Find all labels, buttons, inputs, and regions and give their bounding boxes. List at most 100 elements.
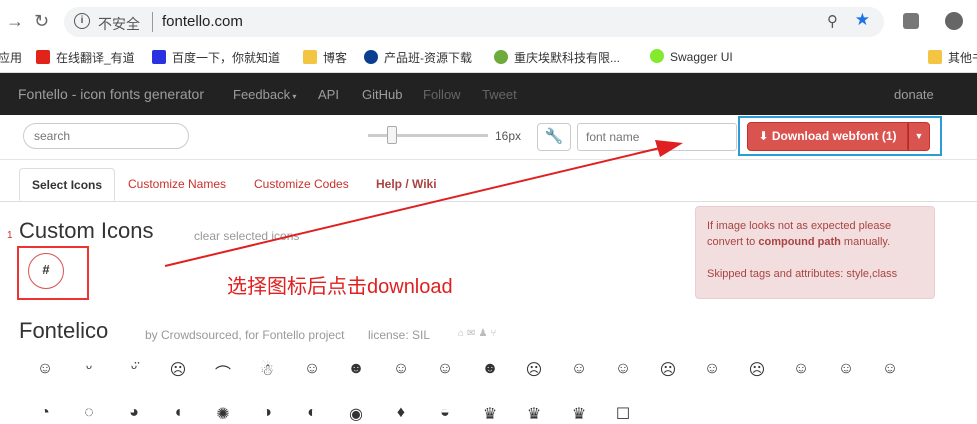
glyph-icon[interactable]: ◕ <box>119 404 149 422</box>
home-icon[interactable]: ⌂ <box>458 328 467 339</box>
glyph-icon[interactable]: ☻ <box>341 360 371 378</box>
twitter-icon[interactable]: ♟ <box>478 328 490 339</box>
swagger-icon <box>650 49 664 63</box>
nav-api[interactable]: API <box>318 87 339 102</box>
nav-tweet[interactable]: Tweet <box>482 87 517 102</box>
glyph-icon[interactable]: ☺ <box>564 360 594 378</box>
glyph-icon[interactable]: ☺ <box>30 360 60 378</box>
font-name-input[interactable] <box>577 123 737 151</box>
nav-donate[interactable]: donate <box>894 87 934 102</box>
glyph-icon[interactable]: ☺ <box>608 360 638 378</box>
glyph-icon[interactable]: ☹ <box>163 360 193 380</box>
git-icon[interactable]: ⑂ <box>490 328 499 339</box>
font-size-slider-track[interactable] <box>368 134 488 137</box>
insecure-label: 不安全 <box>98 16 140 32</box>
glyph-icon[interactable]: ♛ <box>564 404 594 424</box>
annotation-text: 选择图标后点击download <box>227 276 453 298</box>
account-icon[interactable] <box>945 12 963 30</box>
bookmark-product[interactable]: 产品班-资源下载 <box>364 49 472 66</box>
tab-bar: Select Icons Customize Names Customize C… <box>0 168 977 202</box>
glyph-icon[interactable]: ☺ <box>430 360 460 378</box>
bookmark-youdao[interactable]: 在线翻译_有道 <box>36 49 135 66</box>
glyph-icon[interactable]: ✺ <box>208 404 238 424</box>
zoom-icon[interactable]: ⚲ <box>827 12 838 30</box>
fontelico-social-icons[interactable]: ⌂✉♟⑂ <box>458 328 499 339</box>
search-input[interactable] <box>23 123 189 149</box>
section-number: 1 <box>7 230 13 241</box>
glyph-icon[interactable]: ☃ <box>252 360 282 380</box>
glyph-icon[interactable]: ☐ <box>608 404 638 424</box>
glyph-icon[interactable]: ☺ <box>786 360 816 378</box>
folder-icon <box>303 50 317 64</box>
url-separator <box>152 12 153 32</box>
font-size-slider-handle[interactable] <box>387 126 397 144</box>
browser-address-bar: → ↻ i 不安全 fontello.com ⚲ ★ <box>0 0 977 43</box>
custom-grid-icon[interactable]: # <box>28 253 64 289</box>
fontelico-license: license: SIL <box>368 328 431 342</box>
glyph-icon[interactable]: ◌ <box>74 404 104 422</box>
bookmark-apps[interactable]: 应用 <box>0 49 22 66</box>
brand-link[interactable]: Fontello - icon fonts generator <box>18 86 204 102</box>
tab-select-icons[interactable]: Select Icons <box>19 168 116 201</box>
clear-selected-link[interactable]: clear selected icons <box>194 229 299 243</box>
glyph-icon[interactable]: ◑ <box>252 404 282 422</box>
glyph-icon[interactable]: ☺ <box>831 360 861 378</box>
alert-message: If image looks not as expected please co… <box>707 220 892 248</box>
glyph-icon[interactable]: ♛ <box>519 404 549 424</box>
youdao-icon <box>36 50 50 64</box>
caret-down-icon: ▼ <box>914 131 924 141</box>
caret-down-icon: ▾ <box>290 92 297 101</box>
glyph-icon[interactable]: ☺ <box>386 360 416 378</box>
glyph-icon[interactable]: ◒ <box>430 404 460 422</box>
top-navbar: Fontello - icon fonts generator Feedback… <box>0 73 977 115</box>
toolbar: 16px 🔧 ⬇ Download webfont (1) ▼ <box>0 115 977 160</box>
download-options-dropdown[interactable]: ▼ <box>908 122 930 151</box>
tab-customize-names[interactable]: Customize Names <box>116 168 238 201</box>
url-host: fontello.com <box>162 13 243 30</box>
glyph-icon[interactable]: ᵕ̈ <box>119 360 149 378</box>
tab-help-wiki[interactable]: Help / Wiki <box>364 168 449 201</box>
baidu-icon <box>152 50 166 64</box>
reload-icon[interactable]: ↻ <box>34 11 49 32</box>
tab-customize-codes[interactable]: Customize Codes <box>242 168 361 201</box>
nav-follow[interactable]: Follow <box>423 87 461 102</box>
download-webfont-button[interactable]: ⬇ Download webfont (1) <box>747 122 908 151</box>
glyph-icon[interactable]: ☺ <box>697 360 727 378</box>
info-icon[interactable]: i <box>74 13 90 29</box>
cpb-icon <box>364 50 378 64</box>
forward-arrow-icon[interactable]: → <box>6 11 24 32</box>
url-bar[interactable]: i 不安全 fontello.com ⚲ ★ <box>64 7 884 37</box>
glyph-icon[interactable]: ◔ <box>30 404 60 422</box>
glyph-icon[interactable]: ◖ <box>163 404 193 422</box>
bookmark-swagger[interactable]: Swagger UI <box>650 49 733 64</box>
custom-icons-title: Custom Icons <box>19 218 154 243</box>
bookmark-blog[interactable]: 博客 <box>303 49 347 66</box>
bookmark-company[interactable]: 重庆埃默科技有限... <box>494 49 620 66</box>
fontelico-author: by Crowdsourced, for Fontello project <box>145 328 345 342</box>
fontelico-title: Fontelico <box>19 318 109 343</box>
nav-github[interactable]: GitHub <box>362 87 402 102</box>
font-size-label: 16px <box>495 129 522 143</box>
bookmark-baidu[interactable]: 百度一下，你就知道 <box>152 49 280 66</box>
settings-wrench-button[interactable]: 🔧 <box>537 123 571 151</box>
glyph-icon[interactable]: ⌒ <box>208 360 238 384</box>
bookmark-other[interactable]: 其他书 <box>928 49 977 66</box>
nav-feedback[interactable]: Feedback ▾ <box>233 87 296 102</box>
glyph-icon[interactable]: ☺ <box>297 360 327 378</box>
import-warning-alert: If image looks not as expected please co… <box>695 206 935 299</box>
glyph-icon[interactable]: ◐ <box>297 404 327 422</box>
glyph-icon[interactable]: ♦ <box>386 404 416 422</box>
glyph-icon[interactable]: ☹ <box>519 360 549 380</box>
glyph-icon[interactable]: ◉ <box>341 404 371 424</box>
extension-icon[interactable] <box>903 13 919 29</box>
download-icon: ⬇ <box>758 129 772 143</box>
glyph-icon[interactable]: ☺ <box>875 360 905 378</box>
mail-icon[interactable]: ✉ <box>467 328 478 339</box>
glyph-icon[interactable]: ᵕ <box>74 360 104 378</box>
glyph-icon[interactable]: ♛ <box>475 404 505 424</box>
bookmark-star-icon[interactable]: ★ <box>855 10 870 30</box>
glyph-icon[interactable]: ☹ <box>653 360 683 380</box>
glyph-icon[interactable]: ☻ <box>475 360 505 378</box>
glyph-icon[interactable]: ☹ <box>742 360 772 380</box>
alert-skipped: Skipped tags and attributes: style,class <box>707 268 898 280</box>
